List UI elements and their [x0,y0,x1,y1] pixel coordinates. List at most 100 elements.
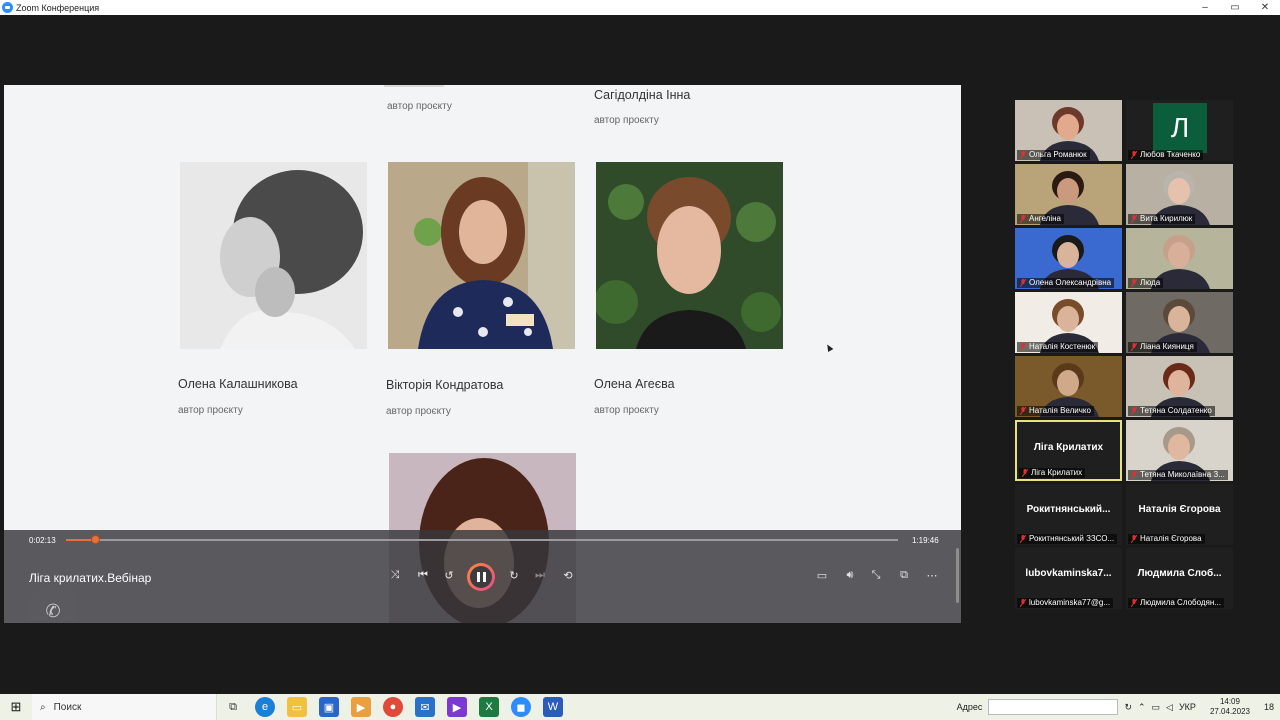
person-photo [388,162,575,349]
exit-fullscreen-icon[interactable]: ⤡ [868,567,884,583]
participant-name: lubovkaminska77@g... [1029,598,1111,607]
participant-tile[interactable]: Тетяна Солдатенко [1126,356,1233,417]
media-player-controls: 0:02:13 1:19:46 Ліга крилатих.Вебінар ⤨ … [4,530,961,623]
participant-display-name: Людмила Слоб... [1137,568,1222,579]
participant-name: Любов Ткаченко [1140,150,1201,159]
repeat-icon[interactable]: ⟲ [560,567,576,583]
person-name: Олена Агеєва [594,377,675,391]
participant-display-name: Рокитнянський... [1026,504,1111,515]
cut-off-name [384,85,444,87]
person-photo [180,162,367,349]
participant-name-label: Вита Кирилюк [1128,214,1196,224]
word-icon[interactable]: W [543,697,563,717]
person-role: автор проєкту [387,101,452,112]
close-button[interactable]: ✕ [1250,0,1280,15]
address-input[interactable] [988,699,1119,715]
notifications-badge[interactable]: 18 [1264,702,1274,712]
excel-icon[interactable]: X [479,697,499,717]
chevron-up-icon[interactable]: ⌃ [1138,702,1146,713]
person-name: Вікторія Кондратова [386,378,504,392]
address-toolbar: Адрес ↻ ⌃ ▭ ◁ УКР 14:09 27.04.2023 18 [957,697,1280,717]
clock[interactable]: 14:09 27.04.2023 [1210,697,1250,717]
participant-tile[interactable]: Наталія Величко [1015,356,1122,417]
more-options-icon[interactable]: ⋯ [924,567,940,583]
participant-tile[interactable]: Люда [1126,228,1233,289]
participant-name-label: Тетяна Солдатенко [1128,406,1215,416]
person-role: автор проєкту [594,405,659,416]
participant-tile[interactable]: Наталія Костенюк [1015,292,1122,353]
network-icon[interactable]: ▭ [1152,702,1161,713]
chrome-icon[interactable]: ● [383,697,403,717]
task-view-icon[interactable]: ⧉ [223,697,243,717]
muted-mic-icon [1019,214,1027,224]
participant-tile[interactable]: Ліга Крилатих Ліга Крилатих [1015,420,1122,481]
participant-name-label: Тетяна Миколаївна З... [1128,470,1228,480]
subtitles-icon[interactable]: ▭ [814,567,830,583]
muted-mic-icon [1021,468,1029,478]
participant-tile[interactable]: lubovkaminska7... lubovkaminska77@g... [1015,548,1122,609]
participant-tile[interactable]: Ліана Кияниця [1126,292,1233,353]
taskbar-search[interactable]: ⌕ Поиск [32,694,217,720]
participant-tile[interactable]: Л Любов Ткаченко [1126,100,1233,161]
muted-mic-icon [1130,598,1138,608]
participant-name: Вита Кирилюк [1140,214,1193,223]
participant-name-label: Ангеліна [1017,214,1064,224]
restore-button[interactable]: ▭ [1220,0,1250,15]
participant-tile[interactable]: Ангеліна [1015,164,1122,225]
windows-start-icon[interactable]: ⊞ [6,697,26,717]
participant-name: Люда [1140,278,1161,287]
minimize-button[interactable]: – [1190,0,1220,15]
participant-name: Наталія Величко [1029,406,1091,415]
participant-tile[interactable]: Наталія Єгорова Наталія Єгорова [1126,484,1233,545]
participant-tile[interactable]: Вита Кирилюк [1126,164,1233,225]
participant-display-name: lubovkaminska7... [1025,568,1112,579]
progress-bar[interactable] [66,535,898,544]
volume-icon[interactable]: ◁ [1166,702,1173,713]
person-name: Сагідолдіна Інна [594,88,691,102]
participant-display-name: Наталія Єгорова [1138,504,1221,515]
shared-screen[interactable]: автор проєкту Сагідолдіна Інна автор про… [4,85,961,623]
progress-knob[interactable] [91,535,101,544]
clock-time: 14:09 [1219,697,1240,706]
store-icon[interactable]: ▣ [319,697,339,717]
muted-mic-icon [1130,470,1138,480]
person-role: автор проєкту [386,406,451,417]
participant-name-label: Наталія Величко [1017,406,1094,416]
pause-button[interactable] [467,563,495,591]
mini-player-icon[interactable]: ⧉ [896,567,912,583]
language-indicator[interactable]: УКР [1179,702,1196,712]
media-title: Ліга крилатих.Вебінар [29,571,152,585]
participant-name-label: Рокитнянський ЗЗСО... [1017,534,1118,544]
clock-date: 27.04.2023 [1209,707,1250,716]
previous-icon[interactable]: ⏮ [415,567,431,583]
participant-tile[interactable]: Ольга Романюк [1015,100,1122,161]
media-player-icon[interactable]: ▶ [351,697,371,717]
phone-icon[interactable]: ✆ [27,585,79,623]
participant-tile[interactable]: Рокитнянський... Рокитнянський ЗЗСО... [1015,484,1122,545]
mail-icon[interactable]: ✉ [415,697,435,717]
scrollbar-thumb[interactable] [956,548,959,603]
file-explorer-icon[interactable]: ▭ [287,697,307,717]
muted-mic-icon [1130,342,1138,352]
media-app-icon[interactable]: ▶ [447,697,467,717]
volume-icon[interactable]: 🔊︎ [842,567,858,583]
participant-tile[interactable]: Тетяна Миколаївна З... [1126,420,1233,481]
address-label: Адрес [956,702,983,712]
zoom-icon[interactable]: ◼ [511,697,531,717]
participant-name: Олена Олександрівна [1029,278,1112,287]
rewind-10-icon[interactable]: ↺ [441,567,457,583]
forward-30-icon[interactable]: ↻ [506,567,522,583]
participant-name: Тетяна Солдатенко [1140,406,1212,415]
shuffle-icon[interactable]: ⤨ [387,567,403,583]
muted-mic-icon [1130,214,1138,224]
window-title: Zoom Конференция [16,2,100,13]
edge-icon[interactable]: e [255,697,275,717]
participant-name-label: Ліана Кияниця [1128,342,1197,352]
refresh-icon[interactable]: ↻ [1124,702,1132,713]
participant-tile[interactable]: Олена Олександрівна [1015,228,1122,289]
participant-name-label: Любов Ткаченко [1128,150,1204,160]
next-icon[interactable]: ⏭ [532,567,548,583]
current-time: 0:02:13 [29,536,56,545]
person-photo [596,162,783,349]
participant-tile[interactable]: Людмила Слоб... Людмила Слободян... [1126,548,1233,609]
